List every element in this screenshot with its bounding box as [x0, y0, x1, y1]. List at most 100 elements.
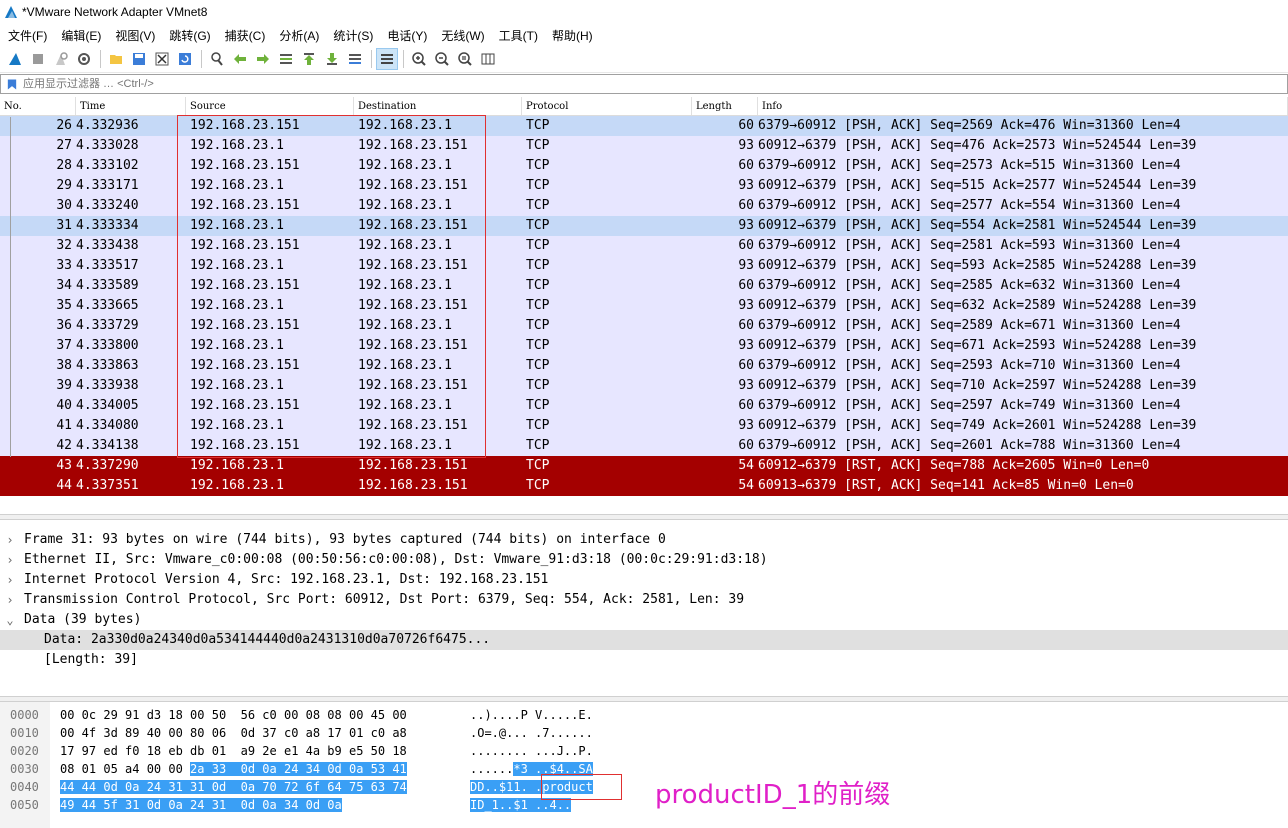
- packet-row[interactable]: 41 4.334080 192.168.23.1 192.168.23.151 TCP 9…: [0, 416, 1288, 436]
- zoom-reset-button[interactable]: [454, 48, 476, 70]
- menu-tools[interactable]: 工具(T): [493, 27, 546, 44]
- packet-cell-time: 4.334005: [76, 398, 139, 413]
- byte-ascii[interactable]: ..)....P V.....E.: [470, 706, 593, 724]
- packet-row[interactable]: 36 4.333729 192.168.23.151 192.168.23.1 TCP 6…: [0, 316, 1288, 336]
- go-first-packet-button[interactable]: [298, 48, 320, 70]
- colorize-button[interactable]: [376, 48, 398, 70]
- byte-ascii[interactable]: ID_1..$1 ..4..: [470, 796, 572, 814]
- packet-row[interactable]: 39 4.333938 192.168.23.1 192.168.23.151 TCP 9…: [0, 376, 1288, 396]
- byte-hex-plain: 17 97 ed f0 18 eb db 01 a9 2e e1 4a b9 e…: [60, 744, 407, 758]
- packet-row[interactable]: 44 4.337351 192.168.23.1 192.168.23.151 TCP 5…: [0, 476, 1288, 496]
- byte-hex[interactable]: 44 44 0d 0a 24 31 31 0d 0a 70 72 6f 64 7…: [60, 778, 407, 796]
- detail-data[interactable]: ⌄ Data (39 bytes): [0, 610, 1288, 630]
- pane-splitter[interactable]: [0, 514, 1288, 520]
- detail-ethernet[interactable]: › Ethernet II, Src: Vmware_c0:00:08 (00:5…: [0, 550, 1288, 570]
- packet-cell-info: 60912→6379 [PSH, ACK] Seq=749 Ack=2601 W…: [758, 418, 1197, 433]
- byte-ascii[interactable]: ........ ...J..P.: [470, 742, 593, 760]
- chevron-down-icon: ⌄: [6, 613, 14, 627]
- packet-row[interactable]: 28 4.333102 192.168.23.151 192.168.23.1 TCP 6…: [0, 156, 1288, 176]
- menu-wireless[interactable]: 无线(W): [435, 27, 492, 44]
- menu-statistics[interactable]: 统计(S): [327, 27, 381, 44]
- detail-tcp[interactable]: › Transmission Control Protocol, Src Port…: [0, 590, 1288, 610]
- column-header-source[interactable]: Source: [186, 97, 354, 115]
- byte-hex[interactable]: 08 01 05 a4 00 00 2a 33 0d 0a 24 34 0d 0…: [60, 760, 407, 778]
- column-header-protocol[interactable]: Protocol: [522, 97, 692, 115]
- packet-cell-dst: 192.168.23.151: [358, 478, 468, 493]
- detail-data-value[interactable]: Data: 2a330d0a24340d0a534144440d0a243131…: [0, 630, 1288, 650]
- packet-row[interactable]: 32 4.333438 192.168.23.151 192.168.23.1 TCP 6…: [0, 236, 1288, 256]
- packet-row[interactable]: 31 4.333334 192.168.23.1 192.168.23.151 TCP 9…: [0, 216, 1288, 236]
- byte-hex[interactable]: 17 97 ed f0 18 eb db 01 a9 2e e1 4a b9 e…: [60, 742, 407, 760]
- column-header-time[interactable]: Time: [76, 97, 186, 115]
- packet-row[interactable]: 30 4.333240 192.168.23.151 192.168.23.1 TCP 6…: [0, 196, 1288, 216]
- byte-ascii[interactable]: .O=.@... .7......: [470, 724, 593, 742]
- menu-analyze[interactable]: 分析(A): [273, 27, 327, 44]
- stop-capture-button[interactable]: [27, 48, 49, 70]
- menu-go[interactable]: 跳转(G): [163, 27, 218, 44]
- capture-options-button[interactable]: [73, 48, 95, 70]
- byte-ascii-plain: .O=.@... .7......: [470, 726, 593, 740]
- packet-cell-proto: TCP: [526, 438, 550, 453]
- packet-cell-proto: TCP: [526, 278, 550, 293]
- byte-ascii-selected: ID_1..$1 ..4..: [470, 798, 572, 812]
- zoom-in-button[interactable]: [408, 48, 430, 70]
- byte-hex-selected: 2a 33 0d 0a 24 34 0d 0a 53 41: [190, 762, 407, 776]
- find-packet-button[interactable]: [206, 48, 228, 70]
- go-last-packet-button[interactable]: [321, 48, 343, 70]
- zoom-out-button[interactable]: [431, 48, 453, 70]
- packet-cell-no: 34: [56, 278, 72, 293]
- menu-edit[interactable]: 编辑(E): [55, 27, 109, 44]
- reload-file-button[interactable]: [174, 48, 196, 70]
- menu-capture[interactable]: 捕获(C): [219, 27, 274, 44]
- column-header-info[interactable]: Info: [758, 97, 1288, 115]
- packet-row[interactable]: 29 4.333171 192.168.23.1 192.168.23.151 TCP 9…: [0, 176, 1288, 196]
- column-header-destination[interactable]: Destination: [354, 97, 522, 115]
- packet-cell-info: 60912→6379 [PSH, ACK] Seq=710 Ack=2597 W…: [758, 378, 1197, 393]
- packet-cell-dst: 192.168.23.1: [358, 438, 452, 453]
- packet-row[interactable]: 42 4.334138 192.168.23.151 192.168.23.1 TCP 6…: [0, 436, 1288, 456]
- packet-cell-info: 6379→60912 [PSH, ACK] Seq=2581 Ack=593 W…: [758, 238, 1181, 253]
- menu-telephony[interactable]: 电话(Y): [381, 27, 435, 44]
- packet-row[interactable]: 35 4.333665 192.168.23.1 192.168.23.151 TCP 9…: [0, 296, 1288, 316]
- byte-ascii[interactable]: ......*3 ..$4..SA: [470, 760, 593, 778]
- save-icon: [133, 53, 145, 65]
- packet-row[interactable]: 37 4.333800 192.168.23.1 192.168.23.151 TCP 9…: [0, 336, 1288, 356]
- resize-columns-icon: [481, 53, 495, 65]
- start-capture-button[interactable]: [4, 48, 26, 70]
- menu-file[interactable]: 文件(F): [2, 27, 55, 44]
- auto-scroll-button[interactable]: [344, 48, 366, 70]
- byte-hex[interactable]: 00 4f 3d 89 40 00 80 06 0d 37 c0 a8 17 0…: [60, 724, 407, 742]
- restart-capture-button[interactable]: [50, 48, 72, 70]
- auto-scroll-icon: [349, 54, 361, 64]
- resize-columns-button[interactable]: [477, 48, 499, 70]
- packet-row[interactable]: 26 4.332936 192.168.23.151 192.168.23.1 TCP 6…: [0, 116, 1288, 136]
- byte-hex[interactable]: 00 0c 29 91 d3 18 00 50 56 c0 00 08 08 0…: [60, 706, 407, 724]
- packet-row[interactable]: 34 4.333589 192.168.23.151 192.168.23.1 TCP 6…: [0, 276, 1288, 296]
- go-to-packet-button[interactable]: [275, 48, 297, 70]
- save-file-button[interactable]: [128, 48, 150, 70]
- packet-cell-time: 4.332936: [76, 118, 139, 133]
- byte-ascii[interactable]: DD..$11. .product: [470, 778, 593, 796]
- packet-row[interactable]: 33 4.333517 192.168.23.1 192.168.23.151 TCP 9…: [0, 256, 1288, 276]
- detail-data-length[interactable]: [Length: 39]: [0, 650, 1288, 670]
- open-file-button[interactable]: [105, 48, 127, 70]
- byte-hex[interactable]: 49 44 5f 31 0d 0a 24 31 0d 0a 34 0d 0a: [60, 796, 342, 814]
- packet-row[interactable]: 27 4.333028 192.168.23.1 192.168.23.151 TCP 9…: [0, 136, 1288, 156]
- packet-cell-src: 192.168.23.1: [190, 178, 284, 193]
- byte-ascii-selected: DD..$11. .product: [470, 780, 593, 794]
- packet-row[interactable]: 40 4.334005 192.168.23.151 192.168.23.1 TCP 6…: [0, 396, 1288, 416]
- display-filter-input[interactable]: [23, 75, 1287, 93]
- menu-help[interactable]: 帮助(H): [546, 27, 601, 44]
- go-back-button[interactable]: [229, 48, 251, 70]
- bookmark-icon[interactable]: [4, 76, 20, 92]
- detail-frame[interactable]: › Frame 31: 93 bytes on wire (744 bits), …: [0, 530, 1288, 550]
- packet-row[interactable]: 43 4.337290 192.168.23.1 192.168.23.151 TCP 5…: [0, 456, 1288, 476]
- go-forward-button[interactable]: [252, 48, 274, 70]
- menu-view[interactable]: 视图(V): [109, 27, 163, 44]
- column-header-length[interactable]: Length: [692, 97, 758, 115]
- packet-row[interactable]: 38 4.333863 192.168.23.151 192.168.23.1 TCP 6…: [0, 356, 1288, 376]
- detail-ip[interactable]: › Internet Protocol Version 4, Src: 192.1…: [0, 570, 1288, 590]
- packet-cell-info: 6379→60912 [PSH, ACK] Seq=2601 Ack=788 W…: [758, 438, 1181, 453]
- column-header-no[interactable]: No.: [0, 97, 76, 115]
- close-file-button[interactable]: [151, 48, 173, 70]
